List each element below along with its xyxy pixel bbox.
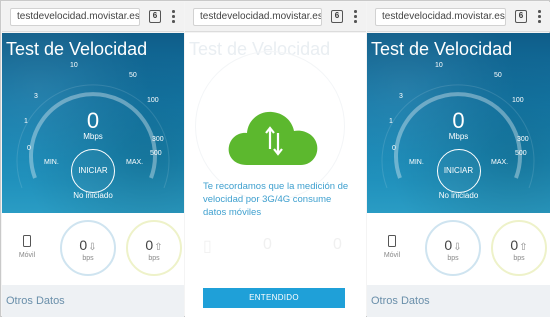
scale-label-3: 3	[34, 93, 38, 100]
other-data-heading: Otros Datos	[371, 295, 430, 307]
arrow-down-icon: ⇩	[88, 242, 97, 253]
scale-label-100: 100	[147, 97, 159, 104]
scale-label-1: 1	[389, 118, 393, 125]
min-label: MIN.	[44, 159, 59, 166]
more-menu-icon[interactable]	[169, 10, 177, 24]
speed-unit: Mbps	[83, 132, 103, 141]
network-type: Móvil	[381, 235, 403, 259]
upload-unit: bps	[148, 255, 160, 262]
scale-label-100: 100	[512, 97, 524, 104]
speedtest-header: Test de Velocidad 0 1 3 10 50 100 300 50…	[2, 33, 184, 213]
mobile-phone-icon	[23, 235, 31, 247]
tab-switcher-button[interactable]: 6	[515, 10, 527, 23]
speed-value: 0	[86, 108, 100, 133]
scale-label-300: 300	[152, 136, 164, 143]
background-download-value: 0	[263, 236, 272, 253]
background-upload-value: 0	[333, 236, 342, 253]
max-label: MAX.	[491, 159, 509, 166]
other-data-section[interactable]: Otros Datos	[367, 285, 550, 317]
address-bar[interactable]: testdevelocidad.movistar.es/m	[10, 8, 140, 26]
test-status: No iniciado	[438, 191, 479, 200]
download-speed: 0⇩ bps	[425, 220, 481, 276]
data-usage-message: Te recordamos que la medición de velocid…	[203, 181, 349, 218]
scale-label-10: 10	[435, 62, 443, 69]
middle-screen: testdevelocidad.movistar.es/m 6 Test de …	[185, 2, 366, 317]
speed-unit: Mbps	[448, 132, 469, 141]
cloud-data-icon	[228, 111, 318, 165]
network-type-label: Móvil	[18, 252, 36, 259]
data-usage-dialog: Test de Velocidad Te recordamos que la m…	[185, 33, 366, 317]
scale-label-1: 1	[24, 118, 28, 125]
browser-toolbar: testdevelocidad.movistar.es/m 6	[2, 2, 184, 32]
address-bar[interactable]: testdevelocidad.movistar.es/m	[193, 8, 322, 26]
other-data-section[interactable]: Otros Datos	[2, 285, 184, 317]
right-screen: testdevelocidad.movistar.es/m 6 Test de …	[367, 2, 550, 317]
upload-speed: 0⇧ bps	[126, 220, 182, 276]
more-menu-icon[interactable]	[351, 10, 359, 24]
arrow-down-icon: ⇩	[453, 242, 462, 253]
scale-label-300: 300	[517, 136, 529, 143]
upload-value: 0	[145, 237, 154, 253]
download-unit: bps	[82, 255, 94, 262]
browser-toolbar: testdevelocidad.movistar.es/m 6	[185, 2, 366, 32]
download-value: 0	[79, 237, 88, 253]
upload-speed: 0⇧ bps	[491, 220, 547, 276]
other-data-heading: Otros Datos	[6, 295, 65, 307]
background-mobile-icon: ▯	[203, 238, 212, 255]
arrow-up-icon: ⇧	[519, 242, 528, 253]
speed-value: 0	[452, 108, 465, 133]
scale-label-0: 0	[27, 145, 31, 152]
tab-switcher-button[interactable]: 6	[331, 10, 343, 23]
scale-label-500: 500	[515, 150, 527, 157]
browser-toolbar: testdevelocidad.movistar.es/m 6	[367, 2, 550, 32]
results-bar: Móvil 0⇩ bps 0⇧ bps	[2, 213, 184, 285]
understood-button[interactable]: ENTENDIDO	[203, 288, 345, 308]
arrow-up-icon: ⇧	[154, 242, 163, 253]
scale-label-50: 50	[129, 72, 137, 79]
download-unit: bps	[447, 255, 459, 262]
background-results: ▯ 0 0	[185, 236, 366, 276]
scale-label-500: 500	[150, 150, 162, 157]
results-bar: Móvil 0⇩ bps 0⇧ bps	[367, 213, 550, 285]
left-screen: testdevelocidad.movistar.es/m 6 Test de …	[2, 2, 184, 317]
network-type-label: Móvil	[383, 252, 401, 259]
start-test-button[interactable]: INICIAR	[71, 149, 115, 193]
scale-label-10: 10	[70, 62, 78, 69]
upload-value: 0	[510, 237, 519, 253]
address-bar[interactable]: testdevelocidad.movistar.es/m	[375, 8, 506, 26]
network-type: Móvil	[16, 235, 38, 259]
tab-switcher-button[interactable]: 6	[149, 10, 161, 23]
scale-label-50: 50	[494, 72, 502, 79]
max-label: MAX.	[126, 159, 144, 166]
scale-label-0: 0	[392, 145, 396, 152]
more-menu-icon[interactable]	[535, 10, 543, 24]
test-status: No iniciado	[73, 191, 113, 200]
mobile-phone-icon	[388, 235, 396, 247]
download-speed: 0⇩ bps	[60, 220, 116, 276]
upload-unit: bps	[513, 255, 525, 262]
screenshot-frame: testdevelocidad.movistar.es/m 6 Test de …	[0, 0, 550, 317]
speedtest-header: Test de Velocidad 0 1 3 10 50 100 300 50…	[367, 33, 550, 213]
min-label: MIN.	[409, 159, 424, 166]
start-test-button[interactable]: INICIAR	[436, 149, 481, 193]
scale-label-3: 3	[399, 93, 403, 100]
download-value: 0	[444, 237, 453, 253]
